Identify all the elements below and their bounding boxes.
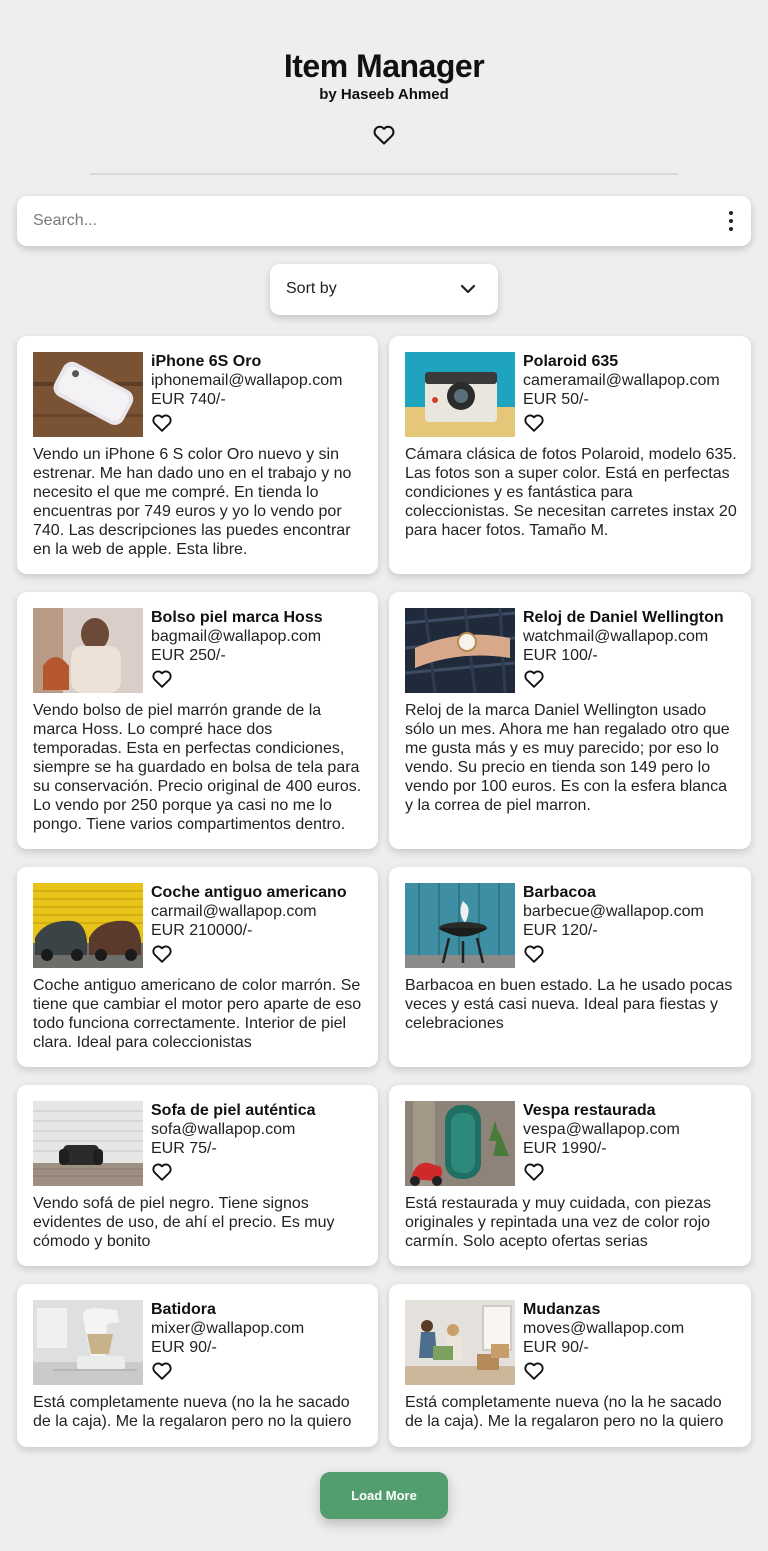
item-image (33, 1300, 143, 1385)
heart-icon[interactable] (151, 668, 173, 690)
page-title: Item Manager (283, 48, 485, 84)
kebab-menu-icon[interactable] (725, 209, 737, 233)
item-image (405, 1300, 515, 1385)
item-email: bagmail@wallapop.com (151, 628, 322, 645)
item-description: Vendo un iPhone 6 S color Oro nuevo y si… (33, 446, 352, 558)
item-description: Está restaurada y muy cuidada, con pieza… (405, 1195, 711, 1250)
item-card[interactable]: Mudanzas moves@wallapop.com EUR 90/- Est… (389, 1284, 751, 1447)
item-card[interactable]: Coche antiguo americano carmail@wallapop… (17, 867, 378, 1067)
item-image (405, 883, 515, 968)
chevron-down-icon (460, 284, 476, 294)
item-description: Cámara clásica de fotos Polaroid, modelo… (405, 446, 737, 539)
item-description: Reloj de la marca Daniel Wellington usad… (405, 702, 730, 814)
item-email: iphonemail@wallapop.com (151, 372, 343, 389)
item-card[interactable]: Vespa restaurada vespa@wallapop.com EUR … (389, 1085, 751, 1266)
item-card[interactable]: Batidora mixer@wallapop.com EUR 90/- Est… (17, 1284, 378, 1447)
item-name: Reloj de Daniel Wellington (523, 609, 724, 626)
item-description: Coche antiguo americano de color marrón.… (33, 977, 362, 1051)
item-name: Bolso piel marca Hoss (151, 609, 323, 626)
item-image (33, 352, 143, 437)
item-price: EUR 250/- (151, 647, 226, 664)
item-name: Mudanzas (523, 1301, 601, 1318)
item-name: Sofa de piel auténtica (151, 1102, 316, 1119)
item-email: cameramail@wallapop.com (523, 372, 720, 389)
item-image (405, 1101, 515, 1186)
item-price: EUR 90/- (523, 1339, 589, 1356)
item-name: Barbacoa (523, 884, 596, 901)
item-card[interactable]: Bolso piel marca Hoss bagmail@wallapop.c… (17, 592, 378, 849)
heart-icon[interactable] (523, 1360, 545, 1382)
item-name: Vespa restaurada (523, 1102, 656, 1119)
search-input[interactable] (33, 208, 693, 234)
item-image (405, 608, 515, 693)
item-image (33, 1101, 143, 1186)
favorites-heart-icon[interactable] (372, 123, 396, 147)
item-price: EUR 120/- (523, 922, 598, 939)
item-card[interactable]: iPhone 6S Oro iphonemail@wallapop.com EU… (17, 336, 378, 574)
item-image (33, 608, 143, 693)
item-email: moves@wallapop.com (523, 1320, 685, 1337)
item-description: Vendo bolso de piel marrón grande de la … (33, 702, 362, 833)
heart-icon[interactable] (151, 412, 173, 434)
item-name: Polaroid 635 (523, 353, 619, 370)
heart-icon[interactable] (151, 1161, 173, 1183)
heart-icon[interactable] (523, 1161, 545, 1183)
load-more-button[interactable]: Load More (320, 1472, 448, 1519)
item-name: Batidora (151, 1301, 216, 1318)
sort-label: Sort by (286, 280, 337, 297)
item-price: EUR 740/- (151, 391, 226, 408)
item-image (33, 883, 143, 968)
item-email: vespa@wallapop.com (523, 1121, 680, 1138)
item-price: EUR 50/- (523, 391, 589, 408)
item-email: barbecue@wallapop.com (523, 903, 704, 920)
heart-icon[interactable] (151, 1360, 173, 1382)
item-email: sofa@wallapop.com (151, 1121, 296, 1138)
app-header: Item Manager by Haseeb Ahmed (0, 48, 768, 104)
item-card[interactable]: Barbacoa barbecue@wallapop.com EUR 120/-… (389, 867, 751, 1067)
heart-icon[interactable] (523, 412, 545, 434)
item-description: Barbacoa en buen estado. La he usado poc… (405, 977, 733, 1032)
item-description: Está completamente nueva (no la he sacad… (405, 1394, 724, 1430)
item-price: EUR 100/- (523, 647, 598, 664)
item-description: Está completamente nueva (no la he sacad… (33, 1394, 352, 1430)
item-email: watchmail@wallapop.com (523, 628, 709, 645)
item-email: carmail@wallapop.com (151, 903, 317, 920)
item-price: EUR 210000/- (151, 922, 253, 939)
item-image (405, 352, 515, 437)
item-name: iPhone 6S Oro (151, 353, 262, 370)
item-name: Coche antiguo americano (151, 884, 347, 901)
item-card[interactable]: Polaroid 635 cameramail@wallapop.com EUR… (389, 336, 751, 574)
heart-icon[interactable] (523, 943, 545, 965)
sort-dropdown[interactable]: Sort by (270, 264, 498, 315)
heart-icon[interactable] (151, 943, 173, 965)
heart-icon[interactable] (523, 668, 545, 690)
item-price: EUR 75/- (151, 1140, 217, 1157)
item-description: Vendo sofá de piel negro. Tiene signos e… (33, 1195, 335, 1250)
search-bar (17, 196, 751, 246)
item-card[interactable]: Sofa de piel auténtica sofa@wallapop.com… (17, 1085, 378, 1266)
page-subtitle: by Haseeb Ahmed (319, 86, 449, 103)
item-card[interactable]: Reloj de Daniel Wellington watchmail@wal… (389, 592, 751, 849)
item-email: mixer@wallapop.com (151, 1320, 305, 1337)
item-price: EUR 1990/- (523, 1140, 607, 1157)
item-price: EUR 90/- (151, 1339, 217, 1356)
header-divider (90, 173, 678, 175)
